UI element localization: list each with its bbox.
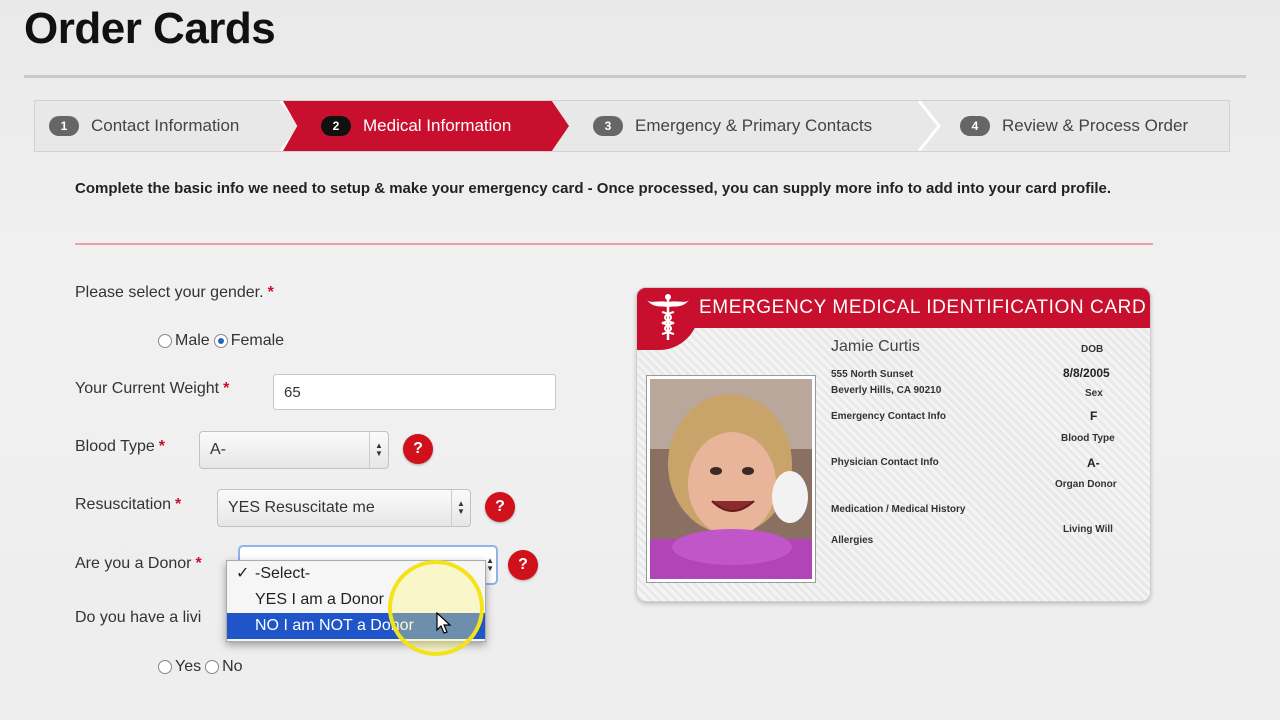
step-label: Review & Process Order [1002,116,1189,135]
card-dob-label: DOB [1081,344,1104,355]
card-emergency-label: Emergency Contact Info [831,411,947,422]
checkmark-icon: ✓ [236,565,250,582]
card-organ-label: Organ Donor [1055,479,1117,490]
chevron-right-icon [917,101,941,151]
step-label: Emergency & Primary Contacts [635,116,873,135]
card-blood-value: A- [1087,456,1100,470]
step-label: Contact Information [91,116,240,135]
card-blood-label: Blood Type [1061,433,1115,444]
weight-input[interactable]: 65 [273,374,556,410]
living-will-yes-radio[interactable] [158,660,172,674]
gender-female-radio[interactable] [213,334,228,348]
step-contact-information[interactable]: 1 Contact Information [49,101,239,151]
step-number: 3 [593,116,623,136]
gender-male-label[interactable]: Male [175,332,210,350]
step-number: 2 [321,116,351,136]
gender-male-radio[interactable] [158,334,172,348]
resuscitation-value: YES Resuscitate me [228,499,375,516]
required-mark: * [267,284,274,301]
required-mark: * [223,380,230,397]
step-emergency-primary-contacts[interactable]: 3 Emergency & Primary Contacts [593,101,872,151]
card-address-line1: 555 North Sunset [831,369,914,380]
living-will-yes-label[interactable]: Yes [175,658,201,676]
step-review-process-order[interactable]: 4 Review & Process Order [960,101,1188,151]
blood-type-help-icon[interactable]: ? [403,434,433,464]
select-arrows-icon: ▲ ▼ [486,556,494,573]
step-label: Medical Information [363,116,512,135]
required-mark: * [158,438,165,455]
donor-label: Are you a Donor * [75,555,202,572]
blood-type-label: Blood Type * [75,438,165,455]
card-header-title: EMERGENCY MEDICAL IDENTIFICATION CARD [699,297,1147,318]
card-dob-value: 8/8/2005 [1063,366,1110,380]
gender-label: Please select your gender. * [75,284,274,301]
caduceus-icon [647,294,689,340]
intro-text: Complete the basic info we need to setup… [75,180,1112,197]
required-mark: * [195,555,202,572]
mouse-pointer-icon [436,611,452,639]
step-number: 4 [960,116,990,136]
card-sex-value: F [1090,409,1098,423]
card-allergies-label: Allergies [831,535,874,546]
donor-help-icon[interactable]: ? [508,550,538,580]
living-will-no-radio[interactable] [205,660,220,674]
blood-type-value: A- [210,441,226,458]
section-divider [75,243,1153,245]
resuscitation-select[interactable]: YES Resuscitate me ▲ ▼ [217,489,471,527]
resuscitation-help-icon[interactable]: ? [485,492,515,522]
card-medication-label: Medication / Medical History [831,504,966,515]
living-will-options: Yes No [158,658,243,676]
card-sex-label: Sex [1085,388,1103,399]
card-photo [647,376,815,582]
card-living-will-label: Living Will [1063,524,1113,535]
gender-female-label[interactable]: Female [231,332,284,350]
select-arrows-icon: ▲ ▼ [451,490,470,526]
living-will-label: Do you have a livi [75,609,202,626]
medical-id-card-preview: EMERGENCY MEDICAL IDENTIFICATION CARD Ja… [636,287,1151,602]
cursor-highlight [388,560,484,656]
required-mark: * [175,496,182,513]
living-will-no-label[interactable]: No [222,658,242,676]
order-steps: 1 Contact Information 2 Medical Informat… [34,100,1230,152]
card-logo-badge [637,288,699,350]
card-address-line2: Beverly Hills, CA 90210 [831,385,942,396]
page-title: Order Cards [24,4,276,53]
card-physician-label: Physician Contact Info [831,457,939,468]
card-name: Jamie Curtis [831,338,920,355]
weight-label: Your Current Weight * [75,380,230,397]
resuscitation-label: Resuscitation * [75,496,182,513]
gender-options: Male Female [158,332,284,350]
title-divider [24,75,1246,78]
step-medical-information[interactable]: 2 Medical Information [283,101,569,151]
select-arrows-icon: ▲ ▼ [369,432,388,468]
blood-type-select[interactable]: A- ▲ ▼ [199,431,389,469]
step-number: 1 [49,116,79,136]
